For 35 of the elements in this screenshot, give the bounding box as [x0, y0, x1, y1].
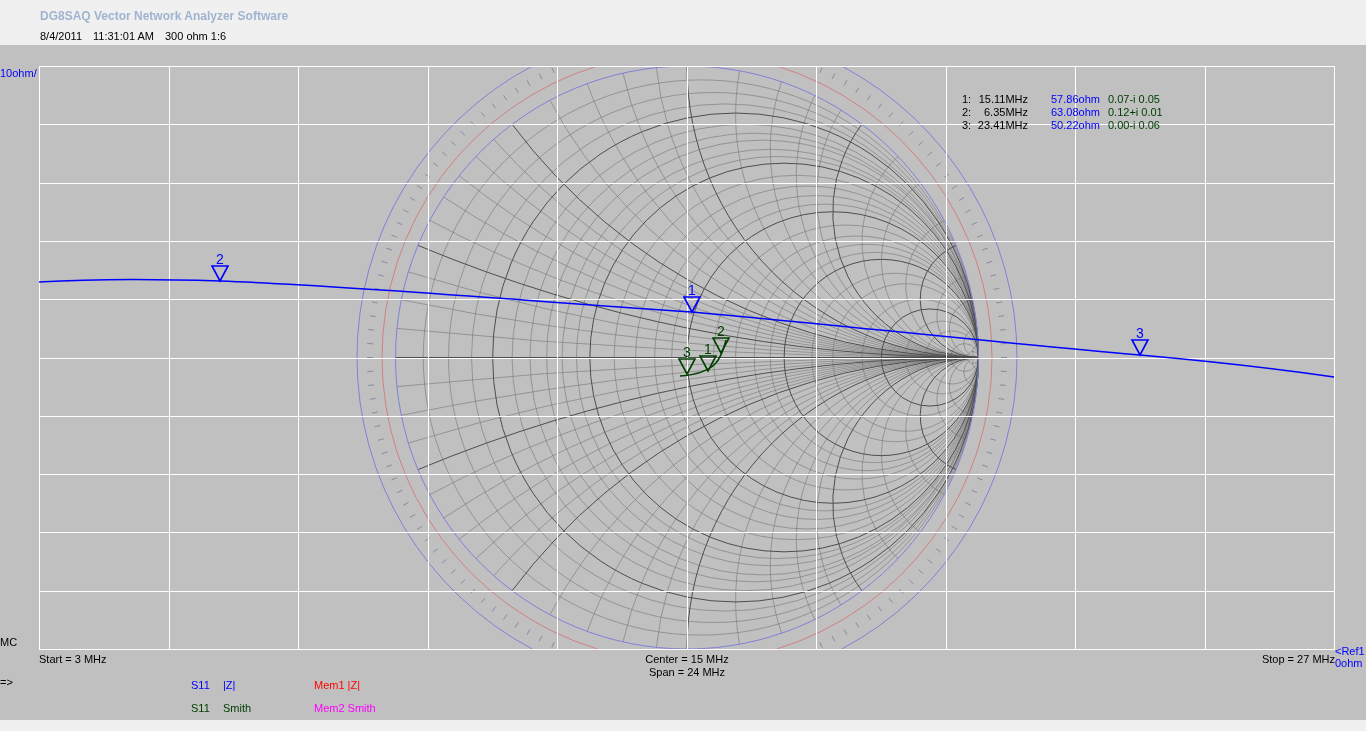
app-title: DG8SAQ Vector Network Analyzer Software [40, 9, 289, 23]
mode-label: MC [0, 636, 18, 648]
reference-value: 0ohm [1335, 657, 1363, 669]
legend-source: S11 [191, 679, 210, 692]
setup-text: 300 ohm 1:6 [164, 30, 227, 43]
marker-triangle: 3 [677, 344, 697, 376]
stop-frequency: Stop = 27 MHz [1261, 653, 1335, 665]
marker-impedance: 57.86ohm [1051, 93, 1100, 106]
marker-frequency: 15.11MHz [978, 93, 1028, 106]
prompt-symbol: => [0, 676, 13, 690]
center-frequency: Center = 15 MHz [645, 653, 729, 666]
marker-triangle: 1 [682, 282, 702, 314]
span-frequency: Span = 24 MHz [648, 666, 726, 679]
legend-trace: Smith [223, 702, 252, 715]
legend-memory: Mem2 Smith [314, 702, 376, 715]
date-text: 8/4/2011 [40, 30, 82, 43]
marker-frequency: 23.41MHz [977, 119, 1028, 132]
marker-reflection: 0.12+i 0.01 [1108, 106, 1163, 119]
marker-triangle: 2 [210, 251, 230, 283]
legend-memory: Mem1 |Z| [314, 679, 361, 692]
start-frequency: Start = 3 MHz [39, 653, 107, 666]
marker-triangle: 3 [1130, 325, 1150, 357]
marker-index: 1: [962, 93, 972, 106]
marker-impedance: 63.08ohm [1051, 106, 1100, 119]
marker-frequency: 6.35MHz [983, 106, 1028, 119]
reference-marker: <Ref1 [1335, 645, 1365, 657]
marker-index: 3: [962, 119, 972, 132]
scale-label: 10ohm/ [0, 67, 37, 79]
legend-source: S11 [191, 702, 210, 715]
marker-impedance: 50.22ohm [1051, 119, 1100, 132]
legend-trace: |Z| [223, 679, 236, 692]
time-text: 11:31:01 AM [93, 30, 154, 43]
marker-reflection: 0.00-i 0.06 [1108, 119, 1160, 132]
marker-reflection: 0.07-i 0.05 [1108, 93, 1160, 106]
marker-index: 2: [962, 106, 972, 119]
